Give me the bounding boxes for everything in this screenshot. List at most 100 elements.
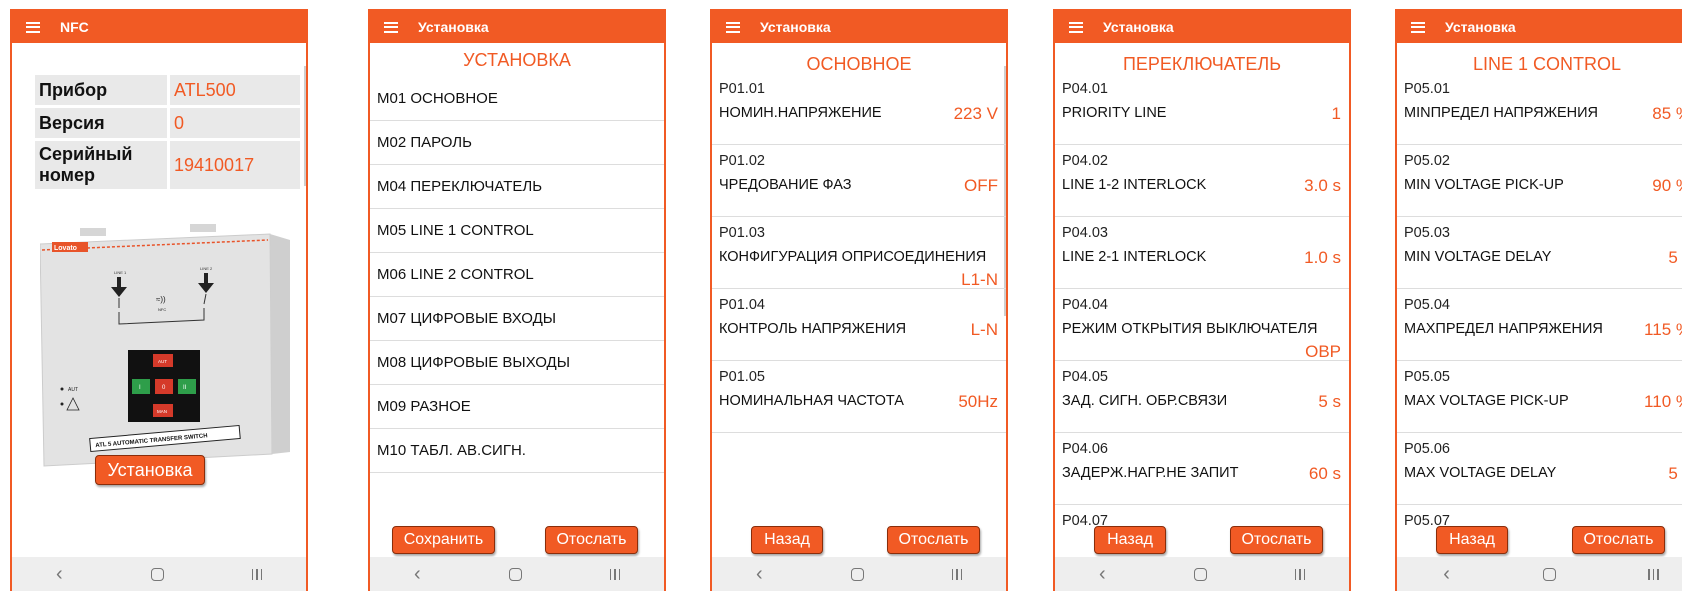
parameter-code: P05.02 [1404,153,1450,169]
send-button[interactable]: Отослать [887,526,980,554]
parameter-code: P04.03 [1062,225,1108,241]
back-chevron-icon[interactable]: ‹ [1443,564,1450,584]
phone-screen-setup-menu: Установка УСТАНОВКА M01 ОСНОВНОЕ M02 ПАР… [368,9,666,591]
send-button[interactable]: Отослать [545,526,638,554]
menu-item-m07[interactable]: M07 ЦИФРОВЫЕ ВХОДЫ [370,297,664,341]
line1-text: LINE 1 [114,270,127,275]
send-button[interactable]: Отослать [1230,526,1323,554]
parameter-row[interactable]: P05.05 MAX VOLTAGE PICK-UP 110 % [1397,361,1682,433]
parameter-row[interactable]: P04.01 PRIORITY LINE 1 [1055,73,1349,145]
back-button[interactable]: Назад [1436,526,1508,554]
menu-item-m04[interactable]: M04 ПЕРЕКЛЮЧАТЕЛЬ [370,165,664,209]
parameter-code: P01.02 [719,153,765,169]
recent-apps-icon[interactable] [951,568,963,580]
recent-apps-icon[interactable] [609,568,621,580]
parameter-row[interactable]: P05.06 MAX VOLTAGE DELAY 5 s [1397,433,1682,505]
app-bar-title: Установка [418,19,489,35]
parameter-row[interactable]: P01.04 КОНТРОЛЬ НАПРЯЖЕНИЯ L-N [712,289,1006,361]
parameter-code: P04.01 [1062,81,1108,97]
parameter-row[interactable]: P01.01 НОМИН.НАПРЯЖЕНИЕ 223 V [712,73,1006,145]
parameter-code: P05.05 [1404,369,1450,385]
home-icon[interactable] [1193,567,1207,581]
parameter-row[interactable]: P05.04 MAXПРЕДЕЛ НАПРЯЖЕНИЯ 115 % [1397,289,1682,361]
send-button[interactable]: Отослать [1572,526,1665,554]
back-button[interactable]: Назад [751,526,823,554]
home-icon[interactable] [1542,567,1556,581]
hamburger-menu-icon[interactable] [1411,21,1425,33]
parameter-name: MIN VOLTAGE PICK-UP [1404,177,1564,193]
parameter-value: OFF [964,176,998,195]
hamburger-menu-icon[interactable] [1069,21,1083,33]
back-chevron-icon[interactable]: ‹ [1099,564,1106,584]
key-ii-text: II [183,385,187,391]
parameter-row[interactable]: P01.05 НОМИНАЛЬНАЯ ЧАСТОТА 50Hz [712,361,1006,433]
hamburger-menu-icon[interactable] [384,21,398,33]
parameter-row[interactable]: P05.02 MIN VOLTAGE PICK-UP 90 % [1397,145,1682,217]
app-bar-title: NFC [60,19,89,35]
hamburger-menu-icon[interactable] [726,21,740,33]
parameter-value: 223 V [953,104,998,123]
parameter-row[interactable]: P04.05 ЗАД. СИГН. ОБР.СВЯЗИ 5 s [1055,361,1349,433]
table-row: Версия 0 [35,108,300,138]
home-icon[interactable] [150,567,164,581]
parameter-row[interactable]: P01.03 КОНФИГУРАЦИЯ ОПРИСОЕДИНЕНИЯ L1-N [712,217,1006,289]
parameter-list: P05.01 MINПРЕДЕЛ НАПРЯЖЕНИЯ 85 % P05.02 … [1397,73,1682,577]
recent-apps-icon[interactable] [251,568,263,580]
app-bar: Установка [1397,11,1682,43]
home-icon[interactable] [508,567,522,581]
device-value: ATL500 [170,75,300,105]
recent-apps-icon[interactable] [1294,568,1306,580]
parameter-code: P05.04 [1404,297,1450,313]
device-label: Прибор [35,75,167,105]
parameter-list: P01.01 НОМИН.НАПРЯЖЕНИЕ 223 V P01.02 ЧРЕ… [712,73,1006,433]
parameter-name: MIN VOLTAGE DELAY [1404,249,1552,265]
menu-item-m09[interactable]: M09 РАЗНОЕ [370,385,664,429]
back-chevron-icon[interactable]: ‹ [414,564,421,584]
back-chevron-icon[interactable]: ‹ [756,564,763,584]
recent-apps-icon[interactable] [1648,568,1659,580]
menu-item-m01[interactable]: M01 ОСНОВНОЕ [370,77,664,121]
app-bar: Установка [712,11,1006,43]
hamburger-menu-icon[interactable] [26,21,40,33]
parameter-name: ЗАДЕРЖ.НАГР.НЕ ЗАПИТ [1062,465,1239,481]
parameter-name: ЗАД. СИГН. ОБР.СВЯЗИ [1062,393,1228,409]
parameter-value: 85 % [1652,104,1682,123]
parameter-row[interactable]: P04.03 LINE 2-1 INTERLOCK 1.0 s [1055,217,1349,289]
nfc-symbol-icon: ≈)) [156,295,166,304]
home-icon[interactable] [850,567,864,581]
parameter-name: КОНТРОЛЬ НАПРЯЖЕНИЯ [719,321,907,337]
parameter-value: 3.0 s [1304,176,1341,195]
menu-item-m05[interactable]: M05 LINE 1 CONTROL [370,209,664,253]
parameter-code: P04.06 [1062,441,1108,457]
parameter-name: MAX VOLTAGE DELAY [1404,465,1557,481]
parameter-value: 90 % [1652,176,1682,195]
parameter-value: L-N [970,320,998,339]
device-info-table: Прибор ATL500 Версия 0 Серийный номер 19… [32,72,303,192]
table-row: Прибор ATL500 [35,75,300,105]
serial-label: Серийный номер [35,141,167,189]
man-key-text: MAN [157,409,167,414]
screen-heading: УСТАНОВКА [463,50,571,70]
menu-item-m02[interactable]: M02 ПАРОЛЬ [370,121,664,165]
parameter-row[interactable]: P05.01 MINПРЕДЕЛ НАПРЯЖЕНИЯ 85 % [1397,73,1682,145]
setup-button[interactable]: Установка [95,455,205,485]
parameter-code: P04.04 [1062,297,1108,313]
parameter-code: P04.02 [1062,153,1108,169]
app-bar: Установка [1055,11,1349,43]
back-chevron-icon[interactable]: ‹ [56,564,63,584]
save-button[interactable]: Сохранить [392,526,495,554]
parameter-row[interactable]: P04.06 ЗАДЕРЖ.НАГР.НЕ ЗАПИТ 60 s [1055,433,1349,505]
parameter-row[interactable]: P01.02 ЧРЕДОВАНИЕ ФАЗ OFF [712,145,1006,217]
menu-item-m06[interactable]: M06 LINE 2 CONTROL [370,253,664,297]
parameter-row[interactable]: P04.02 LINE 1-2 INTERLOCK 3.0 s [1055,145,1349,217]
scrollbar[interactable] [304,66,306,186]
parameter-row[interactable]: P05.03 MIN VOLTAGE DELAY 5 s [1397,217,1682,289]
parameter-name: КОНФИГУРАЦИЯ ОПРИСОЕДИНЕНИЯ [719,249,987,265]
menu-item-m10[interactable]: M10 ТАБЛ. АВ.СИГН. [370,429,664,473]
menu-item-m08[interactable]: M08 ЦИФРОВЫЕ ВЫХОДЫ [370,341,664,385]
back-button[interactable]: Назад [1094,526,1166,554]
parameter-value: 1.0 s [1304,248,1341,267]
parameter-code: P05.01 [1404,81,1450,97]
parameter-row[interactable]: P04.04 РЕЖИМ ОТКРЫТИЯ ВЫКЛЮЧАТЕЛЯ OBP [1055,289,1349,361]
parameter-code: P01.01 [719,81,765,97]
